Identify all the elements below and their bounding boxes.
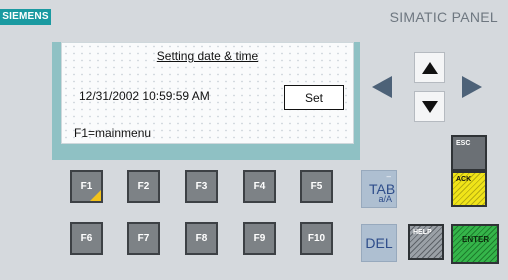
help-key[interactable]: HELP [408,224,444,260]
triangle-right-icon [461,75,483,104]
up-arrow-key[interactable] [414,52,445,83]
f5-key[interactable]: F5 [300,170,333,203]
datetime-field[interactable]: 12/31/2002 10:59:59 AM [79,89,210,103]
enter-key-label: ENTER [462,235,490,244]
f2-key-label: F2 [137,181,150,192]
tab-key-sublabel: a/A [378,194,392,204]
f3-key-label: F3 [195,181,208,192]
f10-key[interactable]: F10 [300,222,333,255]
tab-key[interactable]: – TAB a/A [361,170,397,208]
right-arrow-key[interactable] [458,75,486,103]
f8-key[interactable]: F8 [185,222,218,255]
f8-key-label: F8 [195,233,208,244]
f9-key-label: F9 [253,233,266,244]
del-key[interactable]: DEL [361,224,397,262]
triangle-down-icon [415,92,444,121]
ack-key[interactable]: ACK [451,171,487,207]
siemens-logo: SIEMENS [0,9,51,25]
ack-key-label: ACK [456,176,472,183]
product-name: SIMATIC PANEL [389,9,498,25]
f3-key[interactable]: F3 [185,170,218,203]
f7-key[interactable]: F7 [127,222,160,255]
f4-key[interactable]: F4 [243,170,276,203]
f10-key-label: F10 [307,233,326,244]
f1-key[interactable]: F1 [70,170,103,203]
enter-key[interactable]: ENTER [451,224,499,264]
function-key-hint: F1=mainmenu [74,126,152,140]
f2-key[interactable]: F2 [127,170,160,203]
f4-key-label: F4 [253,181,266,192]
set-button[interactable]: Set [284,85,344,110]
esc-key-label: ESC [456,140,471,147]
help-key-label: HELP [413,229,432,236]
down-arrow-key[interactable] [414,91,445,122]
triangle-up-icon [415,53,444,82]
screen-title: Setting date & time [156,49,259,63]
f6-key[interactable]: F6 [70,222,103,255]
display-screen: Setting date & time 12/31/2002 10:59:59 … [61,42,354,144]
triangle-left-icon [371,75,393,104]
del-key-label: DEL [365,235,393,251]
left-arrow-key[interactable] [368,75,396,103]
f1-indicator-icon [90,190,101,201]
f7-key-label: F7 [137,233,150,244]
f6-key-label: F6 [80,233,93,244]
set-button-label: Set [304,90,323,105]
tab-key-dash: – [386,172,391,181]
esc-key[interactable]: ESC [451,135,487,171]
hmi-panel: SIEMENS SIMATIC PANEL Setting date & tim… [0,0,508,280]
f5-key-label: F5 [310,181,323,192]
f9-key[interactable]: F9 [243,222,276,255]
